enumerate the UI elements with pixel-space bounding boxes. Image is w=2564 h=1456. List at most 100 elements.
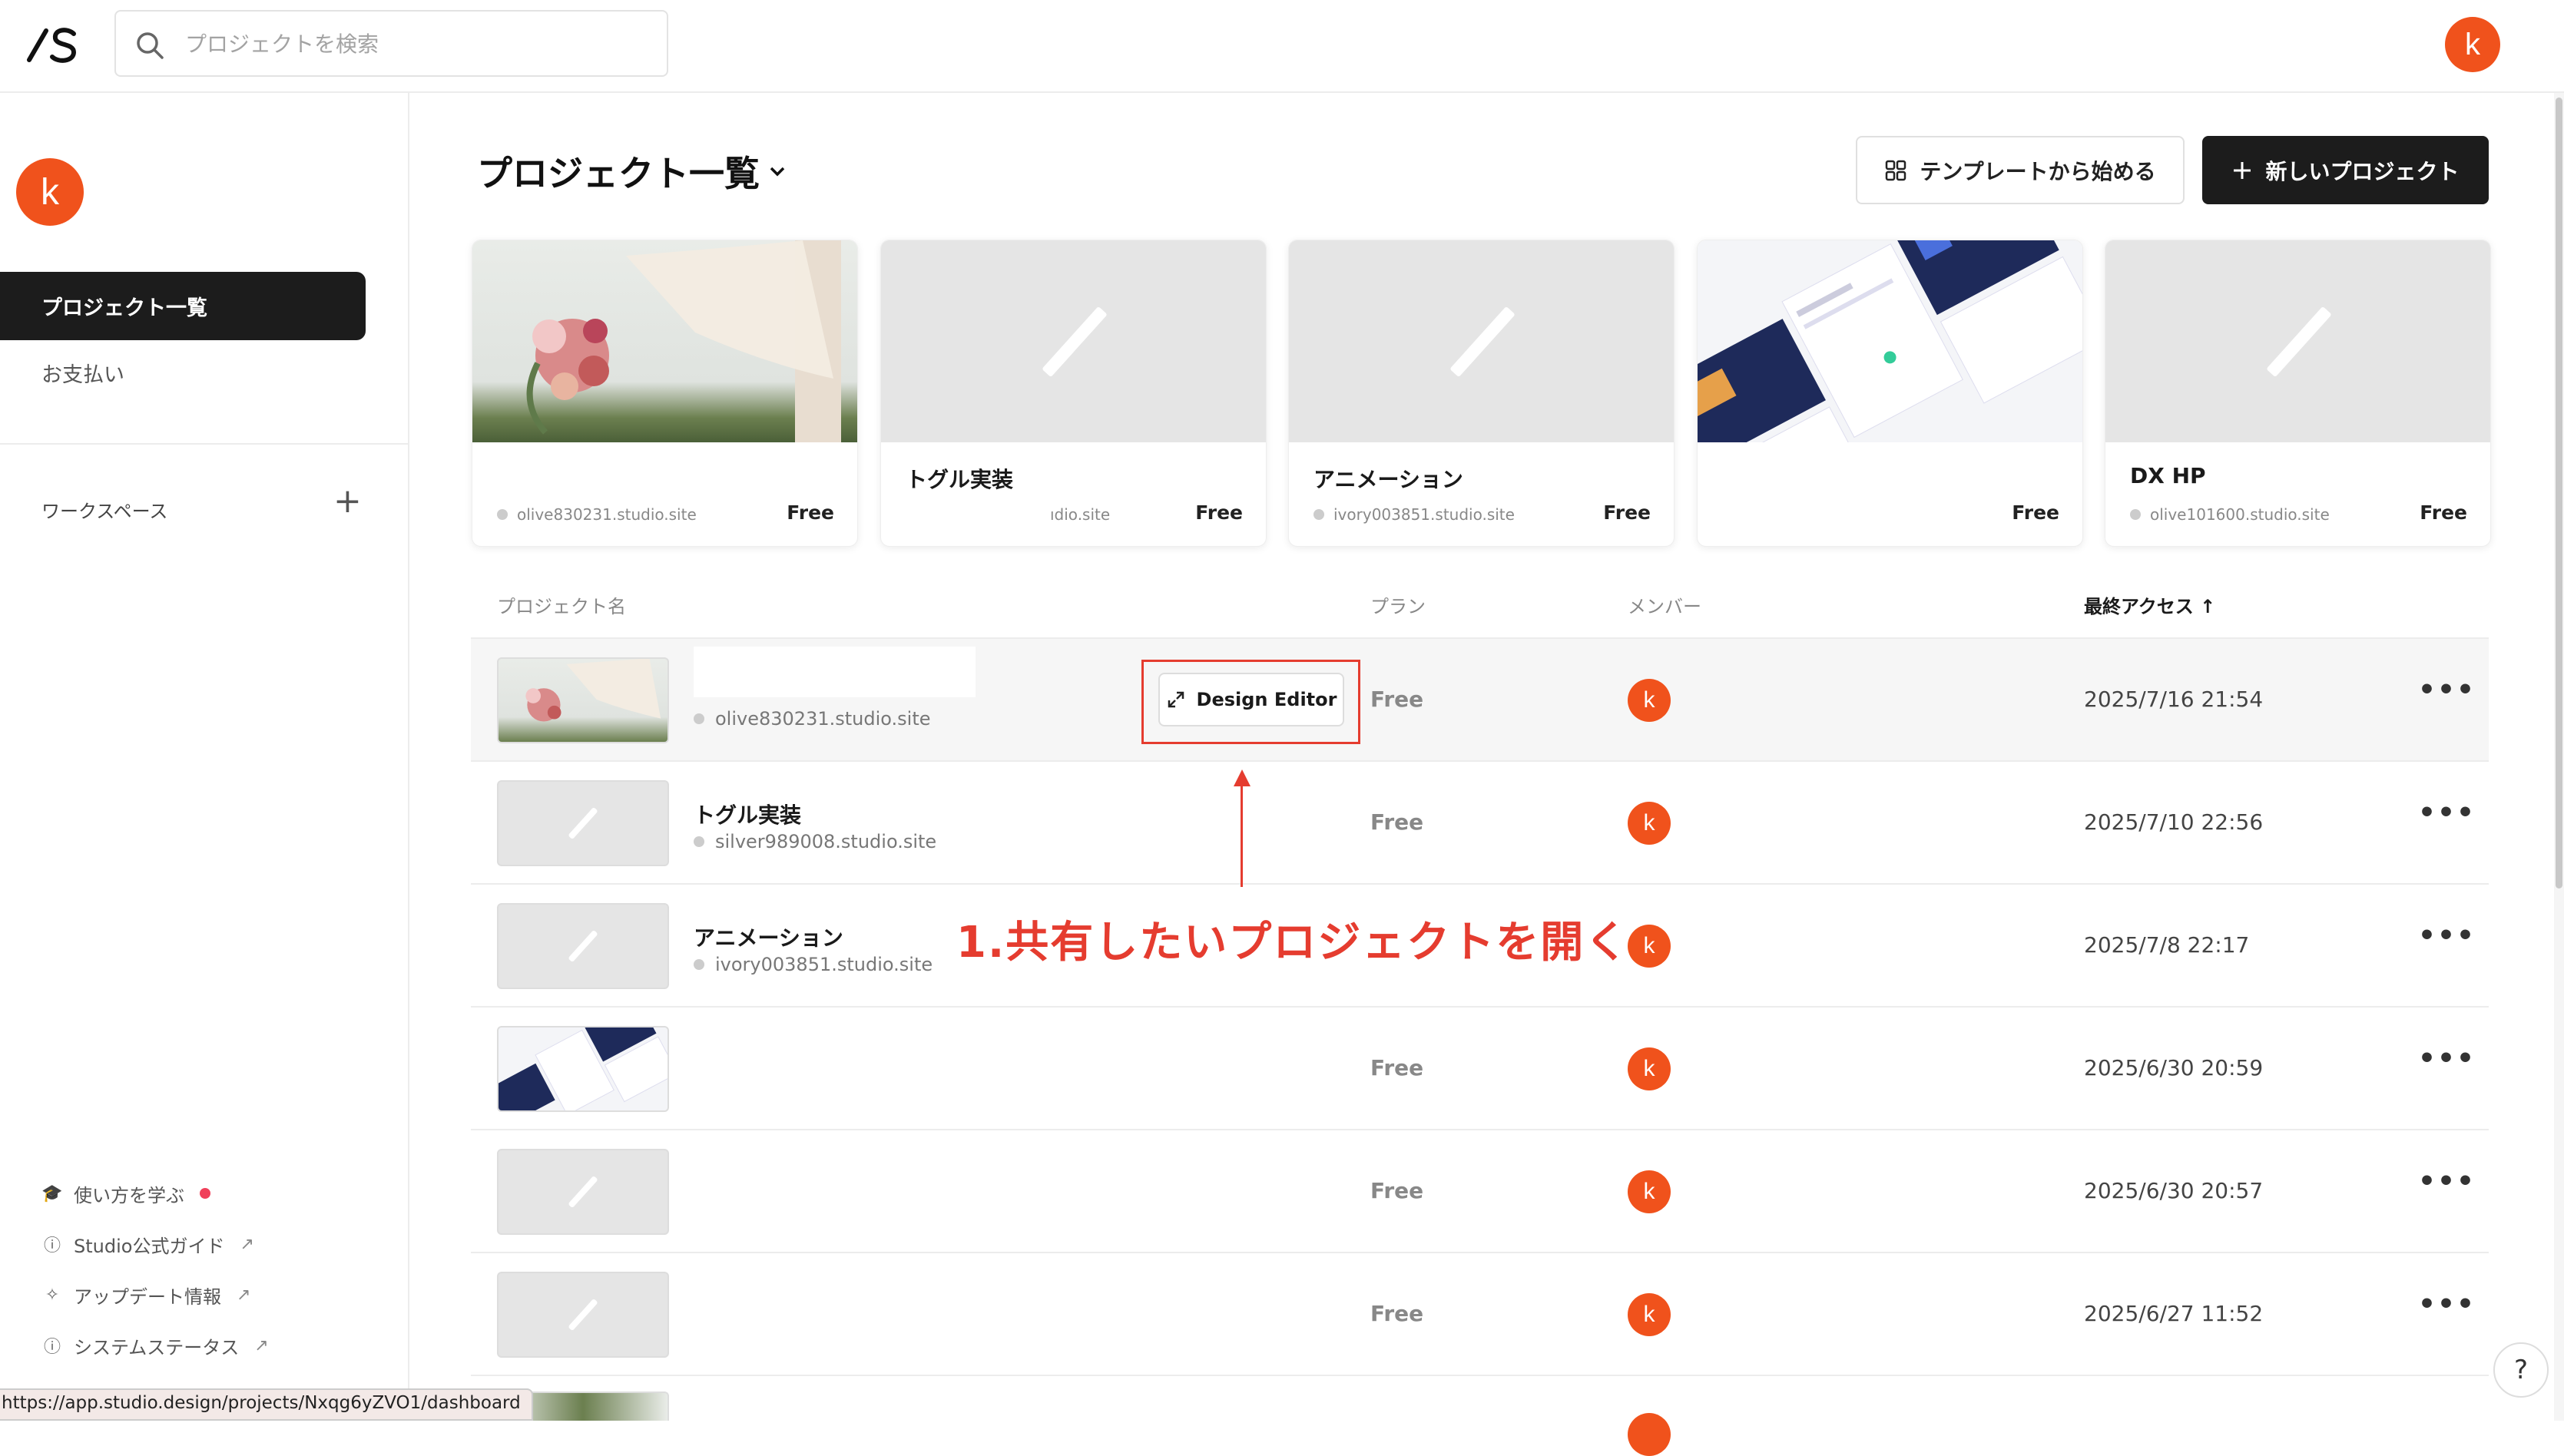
column-header-plan[interactable]: プラン: [1370, 591, 1426, 618]
more-options-icon[interactable]: •••: [2418, 1289, 2476, 1320]
member-avatar: k: [1628, 1170, 1671, 1213]
row-last-access: 2025/6/27 11:52: [2084, 1301, 2264, 1326]
card-plan: Free: [1603, 501, 1651, 524]
notification-dot: [200, 1188, 210, 1199]
row-plan: Free: [1370, 809, 1424, 835]
external-link-icon: ↗: [254, 1335, 269, 1355]
table-row[interactable]: Free k 2025/6/27 11:52 •••: [471, 1253, 2489, 1376]
status-label: システムステータス: [74, 1336, 240, 1358]
member-avatar: [1628, 1413, 1671, 1456]
column-header-members[interactable]: メンバー: [1628, 591, 1701, 618]
table-row[interactable]: Free k 2025/6/30 20:57 •••: [471, 1130, 2489, 1253]
card-name: DX HP: [2130, 463, 2206, 488]
plus-icon: [2234, 161, 2251, 179]
row-thumbnail: [497, 903, 669, 989]
row-thumbnail: [497, 1272, 669, 1358]
card-site: ıdio.site: [1050, 505, 1111, 524]
row-last-access: 2025/7/10 22:56: [2084, 809, 2264, 835]
row-site: silver989008.studio.site: [694, 831, 936, 852]
scrollbar-thumb[interactable]: [2556, 98, 2562, 888]
search-icon: [137, 32, 164, 59]
more-options-icon[interactable]: •••: [2418, 1166, 2476, 1197]
row-divider: [471, 1375, 2489, 1376]
table-row[interactable]: トグル実装 silver989008.studio.site Free k 20…: [471, 762, 2489, 885]
placeholder-slash-icon: [1041, 306, 1108, 377]
table-row[interactable]: Free k 2025/6/30 20:59 •••: [471, 1008, 2489, 1130]
sort-arrow-up-icon: ↑: [2200, 596, 2216, 617]
info-circle-icon: ⓘ: [43, 1338, 61, 1357]
grid-icon: [1886, 160, 1906, 180]
table-row[interactable]: olive830231.studio.site Free k 2025/7/16…: [471, 639, 2489, 762]
page-title-text: プロジェクト一覧: [477, 153, 760, 194]
row-last-access: 2025/7/8 22:17: [2084, 932, 2250, 958]
row-thumbnail: [497, 1149, 669, 1235]
card-plan: Free: [2012, 501, 2059, 524]
sidebar-item-projects[interactable]: プロジェクト一覧: [0, 272, 366, 340]
project-card[interactable]: olive830231.studio.site Free: [472, 240, 858, 547]
placeholder-slash-icon: [568, 1175, 598, 1209]
member-avatar: k: [1628, 1293, 1671, 1336]
placeholder-slash-icon: [568, 806, 598, 840]
dashboard-thumbnail: [1698, 240, 2082, 442]
placeholder-slash-icon: [2265, 306, 2332, 377]
sidebar: k プロジェクト一覧 お支払い ワークスペース + 🎓 使い方を学ぶ ⓘ Stu…: [0, 93, 409, 1421]
help-button[interactable]: ?: [2493, 1342, 2549, 1398]
start-from-template-button[interactable]: テンプレートから始める: [1856, 136, 2185, 204]
row-thumbnail: [497, 1026, 669, 1112]
status-url-tooltip: https://app.studio.design/projects/Nxqg6…: [0, 1388, 533, 1421]
row-plan: Free: [1370, 687, 1424, 712]
placeholder-slash-icon: [1449, 306, 1516, 377]
chevron-down-icon: [770, 167, 785, 177]
annotation-text: 1.共有したいプロジェクトを開く: [956, 918, 1630, 968]
row-plan: Free: [1370, 1055, 1424, 1080]
more-options-icon[interactable]: •••: [2418, 920, 2476, 951]
row-plan: Free: [1370, 1178, 1424, 1203]
sparkle-icon: ✧: [45, 1285, 60, 1305]
learn-label: 使い方を学ぶ: [74, 1184, 184, 1206]
row-last-access: 2025/6/30 20:59: [2084, 1055, 2264, 1080]
card-plan: Free: [787, 501, 834, 524]
card-plan: Free: [1195, 501, 1243, 524]
row-site: ivory003851.studio.site: [694, 954, 933, 975]
placeholder-slash-icon: [568, 929, 598, 963]
new-project-button[interactable]: 新しいプロジェクト: [2202, 136, 2489, 204]
workspace-label: ワークスペース: [41, 501, 168, 522]
template-button-label: テンプレートから始める: [1920, 158, 2156, 184]
guide-link[interactable]: ⓘ Studio公式ガイド ↗: [41, 1229, 254, 1259]
card-name: アニメーション: [1313, 467, 1463, 492]
row-site: olive830231.studio.site: [694, 708, 931, 730]
question-circle-icon: ⓘ: [43, 1236, 61, 1256]
project-card[interactable]: DX HP olive101600.studio.site Free: [2105, 240, 2491, 547]
search-box[interactable]: [114, 10, 668, 77]
project-card[interactable]: Free: [1697, 240, 2083, 547]
studio-logo[interactable]: [26, 23, 80, 66]
new-project-label: 新しいプロジェクト: [2265, 158, 2460, 184]
project-card[interactable]: トグル実装 ıdio.site Free: [880, 240, 1267, 547]
more-options-icon[interactable]: •••: [2418, 674, 2476, 706]
external-link-icon: ↗: [237, 1285, 251, 1305]
more-options-icon[interactable]: •••: [2418, 1043, 2476, 1074]
column-header-name[interactable]: プロジェクト名: [497, 591, 626, 618]
placeholder-thumbnail: [1289, 240, 1674, 442]
search-input[interactable]: [185, 22, 646, 65]
sidebar-item-billing[interactable]: お支払い: [0, 339, 366, 407]
scrollbar[interactable]: [2554, 93, 2564, 1421]
row-last-access: 2025/7/16 21:54: [2084, 687, 2264, 712]
workspace-avatar[interactable]: k: [16, 158, 84, 226]
add-workspace-icon[interactable]: +: [333, 485, 362, 518]
sidebar-divider: [0, 443, 409, 445]
row-last-access: 2025/6/30 20:57: [2084, 1178, 2264, 1203]
project-card[interactable]: アニメーション ivory003851.studio.site Free: [1288, 240, 1675, 547]
card-name: トグル実装: [906, 467, 1014, 492]
row-name: トグル実装: [694, 802, 802, 828]
page-title[interactable]: プロジェクト一覧: [477, 146, 787, 197]
more-options-icon[interactable]: •••: [2418, 797, 2476, 829]
redacted-name: [694, 647, 976, 697]
learn-link[interactable]: 🎓 使い方を学ぶ: [41, 1178, 210, 1209]
column-header-last-access[interactable]: 最終アクセス ↑: [2084, 591, 2215, 618]
updates-link[interactable]: ✧ アップデート情報 ↗: [41, 1279, 251, 1310]
member-avatar: k: [1628, 802, 1671, 845]
status-link[interactable]: ⓘ システムステータス ↗: [41, 1330, 269, 1361]
external-link-icon: ↗: [240, 1234, 254, 1254]
user-avatar[interactable]: k: [2445, 17, 2500, 72]
